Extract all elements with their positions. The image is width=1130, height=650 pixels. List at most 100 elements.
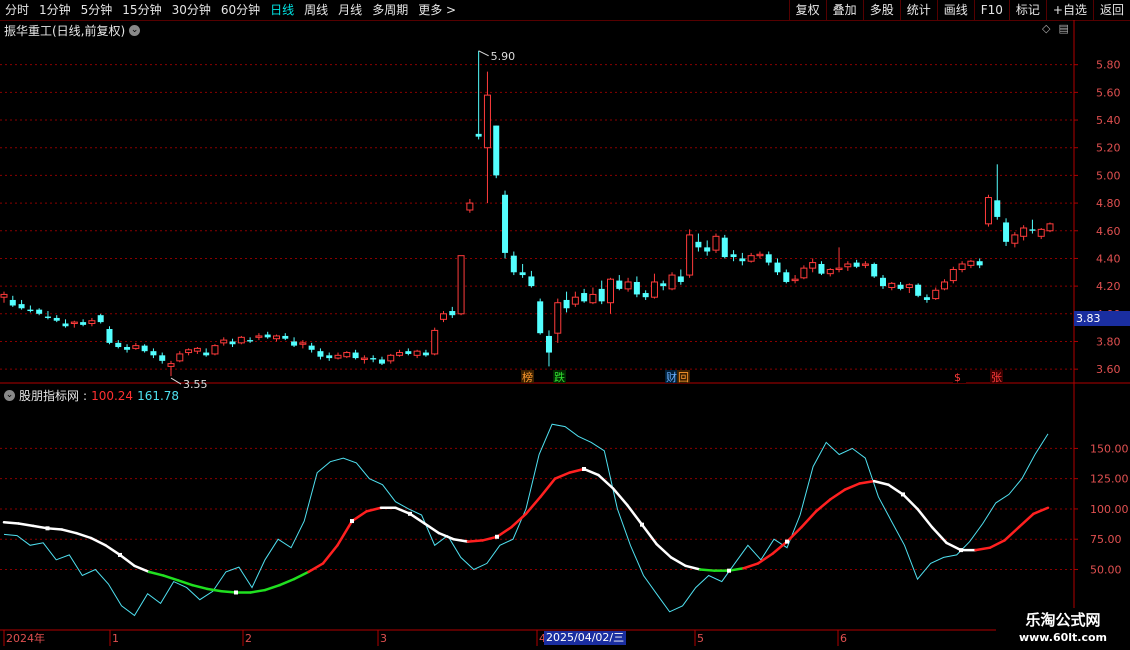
indicator-dot [640,522,644,527]
candle-body [826,269,834,275]
candle-body [370,358,377,360]
candle-body [1029,229,1036,231]
candle-body [545,335,552,353]
diamond-icon[interactable]: ◇ [1042,22,1050,35]
candle-body [510,255,517,273]
candle-body [519,272,526,276]
indicator-series-1-segment [843,482,861,491]
period-tab-0[interactable]: 分时 [0,0,34,20]
indicator-dot [408,511,412,516]
indicator-series-1-segment [640,523,658,546]
toolbar-button-4[interactable]: 画线 [936,0,974,20]
period-tab-1[interactable]: 1分钟 [34,0,76,20]
time-label-5: 5 [697,632,704,645]
candle-body [765,254,772,263]
low-pointer [170,377,182,385]
time-label-1: 1 [112,632,119,645]
candle-body [413,350,421,356]
candle-body [150,351,157,356]
toolbar-button-0[interactable]: 复权 [788,0,826,20]
indicator-value-1: 100.24 [91,388,134,403]
event-marker-4: $ [954,371,961,384]
toolbar-button-3[interactable]: 统计 [899,0,937,20]
candle-body [185,349,193,354]
indicator-series-1-segment [1017,512,1035,529]
candle-body [835,267,843,271]
toolbar-button-6[interactable]: 标记 [1008,0,1046,20]
candle-body [36,309,43,314]
chevron-down-icon[interactable]: ⌄ [4,390,15,401]
indicator-series-1-segment [669,556,687,568]
menu-icon[interactable]: ▤ [1058,22,1068,35]
indicator-series-1-segment [611,487,629,507]
candle-body [343,352,351,358]
candle-body [299,342,307,345]
event-marker-1: 跌 [554,370,565,384]
indicator-series-2 [3,423,1049,617]
price-tick-label: 5.80 [1096,59,1121,72]
candle-body [255,335,263,338]
indicator-series-1-segment [887,483,905,496]
period-tab-3[interactable]: 15分钟 [117,0,166,20]
candle-body [317,351,324,357]
period-tab-9[interactable]: 多周期 [367,0,413,20]
candle-body [387,354,395,362]
candle-body [571,296,579,305]
indicator-series-1-segment [205,587,223,593]
candle-body [141,345,148,352]
candle-body [211,345,219,355]
indicator-dot [118,552,122,557]
toolbar-button-5[interactable]: F10 [973,0,1009,20]
event-marker-5: 张 [991,371,1002,384]
candle-body [475,133,482,137]
indicator-series-1-segment [365,506,383,513]
indicator-series-1-segment [104,544,122,557]
indicator-series-1-segment [162,574,180,582]
indicator-series-1-segment [771,540,789,555]
indicator-series-1-segment [176,579,194,587]
period-tab-10[interactable]: 更多 > [413,0,461,20]
price-tick-label: 4.80 [1096,197,1121,210]
period-tab-7[interactable]: 周线 [299,0,333,20]
period-tab-5[interactable]: 60分钟 [216,0,265,20]
candle-body [124,347,131,350]
candle-body [624,281,632,290]
candle-body [747,255,755,262]
candle-body [589,293,597,304]
time-label-3: 3 [380,632,387,645]
indicator-series-1-segment [510,512,528,529]
indicator-dot [45,526,50,531]
chevron-down-icon[interactable]: ⌄ [129,25,141,36]
candle-body [695,241,702,248]
indicator-series-1-segment [437,531,455,541]
candle-body [756,253,764,257]
indicator-dot [785,539,789,544]
period-tab-6[interactable]: 日线 [265,0,299,20]
indicator-series-1-segment [930,525,948,545]
candle-body [9,299,16,306]
candle-body [0,293,8,298]
candle-body [439,313,447,320]
candle-body [730,254,737,258]
period-tab-4[interactable]: 30分钟 [167,0,216,20]
candle-body [1046,223,1054,232]
toolbar-button-1[interactable]: 叠加 [825,0,863,20]
candle-body [712,235,720,251]
candle-body [132,345,140,349]
toolbar-button-7[interactable]: +自选 [1045,0,1093,20]
candle-body [774,262,781,273]
indicator-series-1-segment [495,525,513,539]
indicator-series-1-segment [756,552,774,565]
candle-body [334,354,342,359]
candle-body [115,342,122,348]
period-tab-2[interactable]: 5分钟 [76,0,118,20]
indicator-series-1-segment [597,473,615,490]
indicator-series-1-segment [75,531,93,540]
candle-body [308,345,315,350]
candle-body [633,281,640,295]
toolbar-button-8[interactable]: 返回 [1092,0,1130,20]
toolbar-button-2[interactable]: 多股 [862,0,900,20]
period-tab-8[interactable]: 月线 [333,0,367,20]
indicator-series-1-segment [60,528,78,535]
time-label-6: 6 [840,632,847,645]
